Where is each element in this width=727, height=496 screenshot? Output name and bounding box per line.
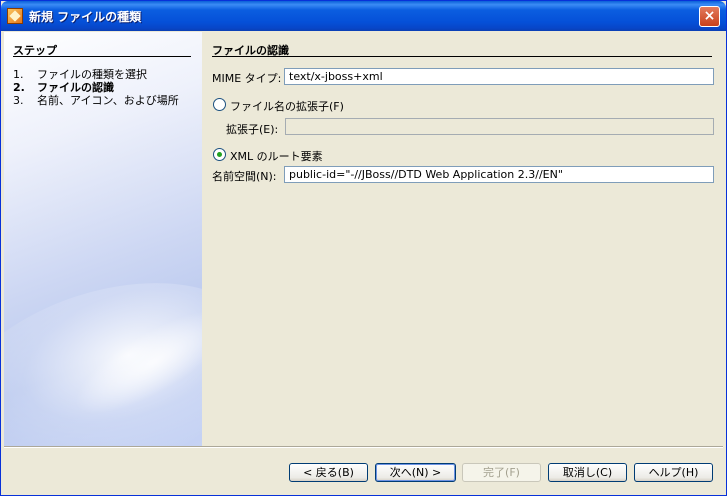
step-item: 3. 名前、アイコン、および場所 bbox=[13, 94, 179, 107]
extension-radio[interactable] bbox=[213, 98, 226, 111]
finish-button[interactable]: 完了(F) bbox=[462, 463, 541, 482]
step-item: 1. ファイルの種類を選択 bbox=[13, 68, 179, 81]
divider bbox=[212, 56, 712, 57]
mime-type-label: MIME タイプ: bbox=[212, 72, 282, 85]
steps-panel: ステップ 1. ファイルの種類を選択 2. ファイルの認識 3. 名前、アイコン、およ… bbox=[4, 32, 202, 446]
extension-radio-label[interactable]: ファイル名の拡張子(F) bbox=[230, 98, 344, 114]
step-number: 1. bbox=[13, 68, 24, 81]
window-title: 新規 ファイルの種類 bbox=[29, 10, 142, 24]
divider bbox=[4, 447, 723, 448]
step-number: 3. bbox=[13, 94, 24, 107]
step-label: 名前、アイコン、および場所 bbox=[37, 94, 179, 107]
xml-root-radio-label[interactable]: XML のルート要素 bbox=[230, 148, 323, 164]
cancel-button[interactable]: 取消し(C) bbox=[548, 463, 627, 482]
content-panel: ファイルの認識 MIME タイプ: text/x-jboss+xml ファイル名… bbox=[202, 32, 725, 446]
title-bar[interactable]: 新規 ファイルの種類 × bbox=[1, 1, 726, 31]
new-file-type-dialog: 新規 ファイルの種類 × ステップ 1. ファイルの種類を選択 2. ファイルの認識… bbox=[0, 0, 727, 496]
close-button[interactable]: × bbox=[699, 6, 720, 27]
mime-type-field[interactable]: text/x-jboss+xml bbox=[284, 68, 714, 85]
namespace-label: 名前空間(N): bbox=[212, 170, 277, 183]
namespace-field[interactable]: public-id="-//JBoss//DTD Web Application… bbox=[284, 166, 714, 183]
back-button[interactable]: < 戻る(B) bbox=[289, 463, 368, 482]
divider bbox=[13, 56, 191, 57]
steps-list: 1. ファイルの種類を選択 2. ファイルの認識 3. 名前、アイコン、および場所 bbox=[13, 68, 179, 107]
help-button[interactable]: ヘルプ(H) bbox=[634, 463, 713, 482]
next-button[interactable]: 次へ(N) > bbox=[375, 463, 456, 482]
close-icon: × bbox=[703, 8, 716, 24]
step-label: ファイルの認識 bbox=[37, 81, 114, 94]
xml-root-radio[interactable] bbox=[213, 148, 226, 161]
app-icon bbox=[7, 8, 23, 24]
step-item-current: 2. ファイルの認識 bbox=[13, 81, 179, 94]
step-label: ファイルの種類を選択 bbox=[37, 68, 147, 81]
extension-label: 拡張子(E): bbox=[226, 123, 279, 136]
step-number: 2. bbox=[13, 81, 25, 94]
extension-field[interactable] bbox=[285, 118, 714, 135]
